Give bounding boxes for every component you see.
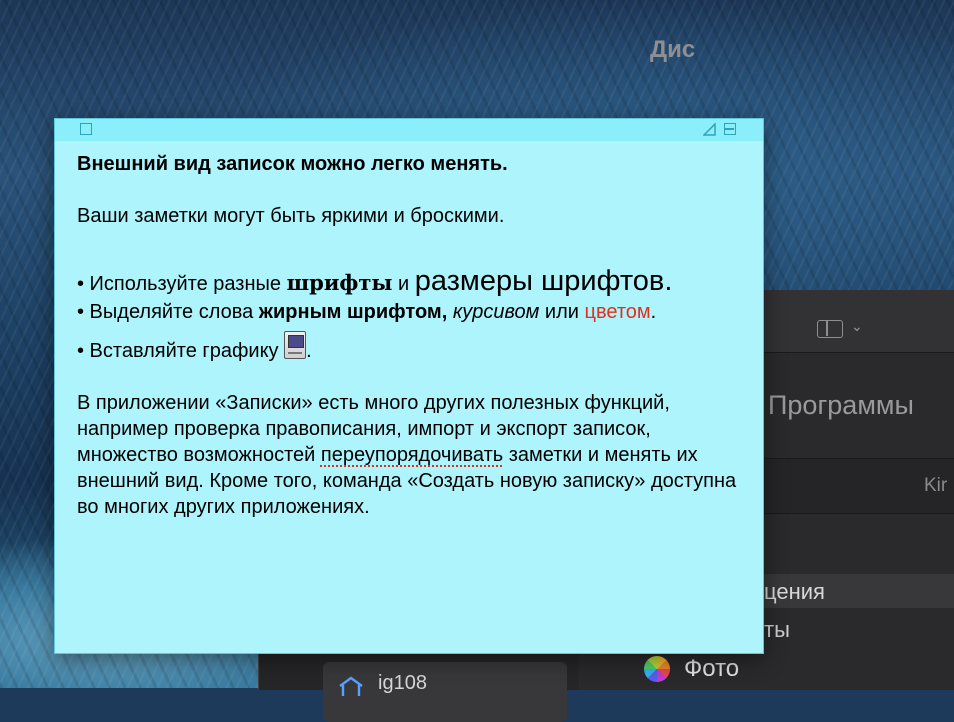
computer-icon	[284, 331, 307, 359]
bullet-fonts: • Используйте разные шрифты и размеры шр…	[77, 263, 757, 299]
bullet-text: • Выделяйте слова	[77, 301, 259, 323]
sticky-note-window[interactable]: Внешний вид записок можно легко менять. …	[54, 118, 764, 654]
collapse-box-icon[interactable]	[724, 123, 736, 135]
bullet-graphics: • Вставляйте графику .	[77, 331, 757, 364]
bullet-text: или	[539, 301, 585, 323]
finder-pane-title: Дис	[650, 36, 696, 63]
list-item-apps[interactable]: цения	[764, 574, 954, 608]
list-item-label: ты	[764, 617, 790, 642]
list-item-label: Фото	[684, 655, 740, 682]
chevron-down-icon: ⌄	[851, 318, 863, 334]
bullet-suffix: .	[650, 301, 657, 323]
fonts-word: шрифты	[286, 270, 393, 295]
sidebar-toggle-icon[interactable]: ⌄	[817, 318, 873, 342]
list-item-photos[interactable]: Фото	[640, 652, 954, 688]
list-item-docs[interactable]: ты	[764, 612, 954, 646]
note-heading: Внешний вид записок можно легко менять.	[77, 153, 508, 175]
sidebar-item-label: ig108	[378, 672, 427, 694]
sidebar-toggle-box	[817, 320, 843, 338]
zoom-corner-icon[interactable]	[703, 123, 716, 136]
bullet-suffix: .	[664, 265, 673, 297]
photos-app-icon	[644, 656, 670, 682]
sidebar-item-home[interactable]: ig108	[334, 672, 534, 696]
home-icon	[339, 676, 363, 696]
note-paragraph: В приложении «Записки» есть много других…	[77, 390, 757, 520]
bullet-text: • Используйте разные	[77, 273, 287, 295]
note-intro: Ваши заметки могут быть яркими и броским…	[77, 205, 505, 227]
bullet-styles: • Выделяйте слова жирным шрифтом, курсив…	[77, 299, 757, 325]
programs-title: Программы	[768, 390, 914, 420]
italic-word: курсивом	[452, 301, 540, 323]
column-header[interactable]: Kir	[764, 458, 954, 514]
bold-word: жирным шрифтом,	[258, 301, 448, 323]
color-word: цветом	[584, 301, 651, 323]
bullet-text: • Вставляйте графику	[77, 340, 285, 362]
sizes-word: размеры шрифтов	[414, 265, 665, 297]
list-item-label: цения	[764, 579, 825, 604]
note-text-area[interactable]: Внешний вид записок можно легко менять. …	[77, 151, 757, 520]
close-box-icon[interactable]	[80, 123, 92, 135]
misspelled-word: переупорядочивать	[320, 444, 504, 466]
bullet-text: и	[392, 273, 415, 295]
note-titlebar[interactable]	[55, 119, 763, 141]
bullet-suffix: .	[306, 340, 312, 362]
column-header-label: Kir	[924, 475, 948, 496]
